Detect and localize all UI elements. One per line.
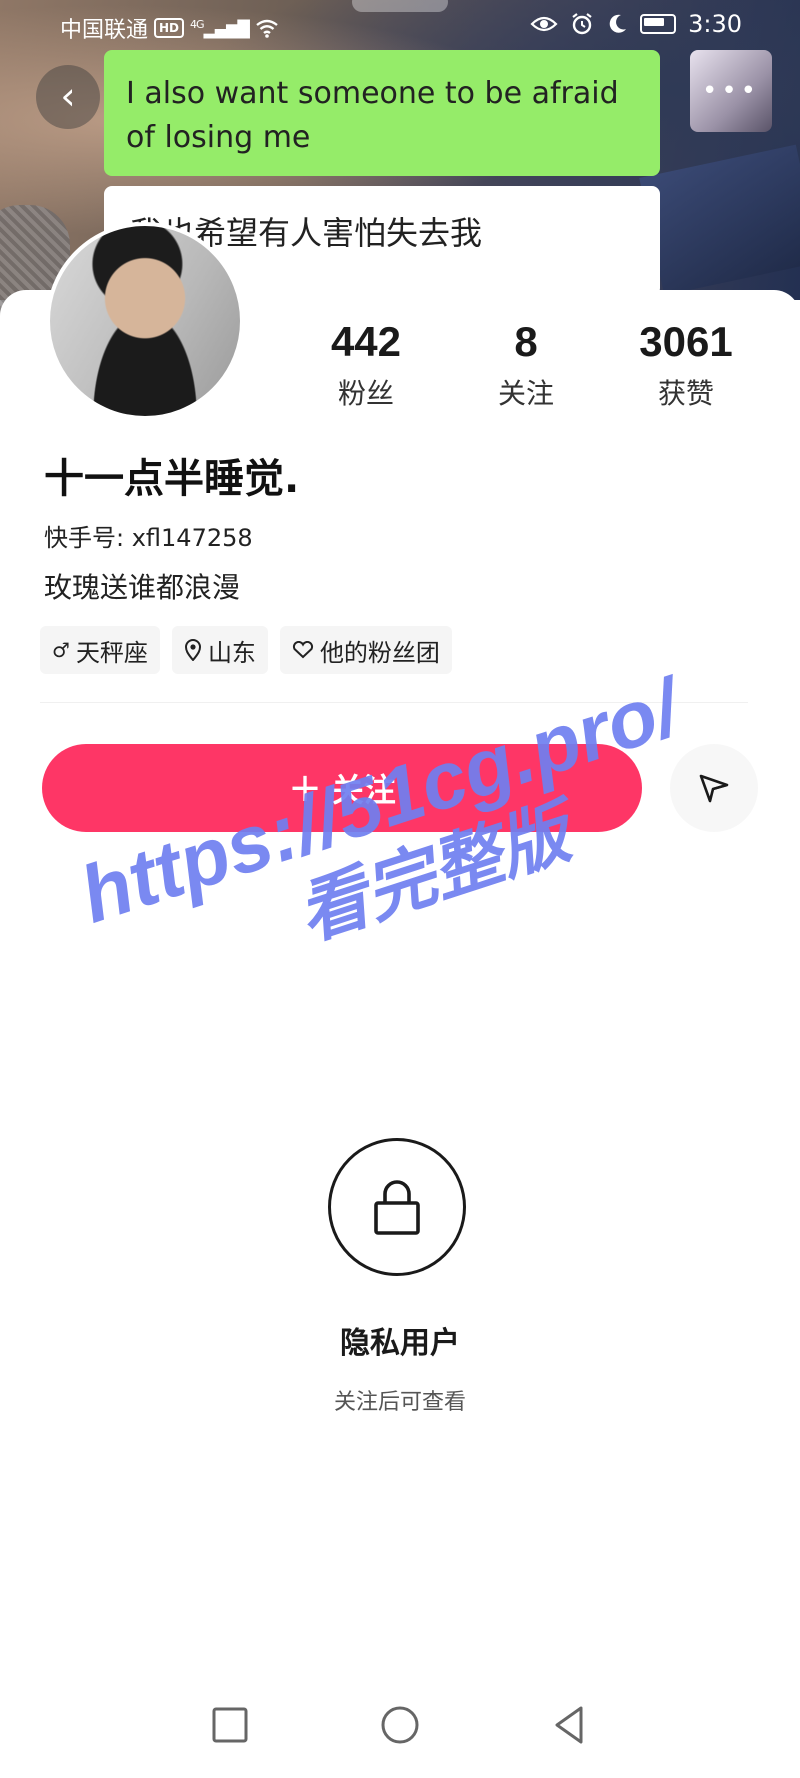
tag-fan-club[interactable]: 他的粉丝团 (279, 626, 452, 674)
chevron-left-icon: ‹ (60, 74, 76, 118)
signal-icon: 4G▂▄▆█ (190, 17, 250, 39)
alarm-icon (572, 13, 592, 35)
tag-location-label: 山东 (207, 638, 256, 667)
likes-label: 获赞 (657, 377, 714, 410)
hd-badge: HD (154, 18, 185, 38)
avatar[interactable] (46, 222, 244, 420)
status-left: 中国联通 HD 4G▂▄▆█ (60, 12, 279, 44)
following-count: 8 (514, 318, 538, 365)
send-message-button[interactable] (670, 744, 758, 832)
circle-icon[interactable] (375, 1700, 425, 1750)
divider (40, 702, 748, 703)
likes-count: 3061 (639, 318, 733, 365)
system-nav-bar (0, 1688, 800, 1778)
male-icon: ♂ (52, 638, 70, 662)
profile-tags: ♂ 天秤座 山东 他的粉丝团 (40, 626, 452, 674)
profile-card (0, 290, 800, 1778)
followers-label: 粉丝 (337, 377, 394, 410)
tag-zodiac-label: 天秤座 (75, 638, 148, 667)
eye-icon (530, 16, 558, 32)
status-time: 3:30 (688, 10, 742, 38)
stat-followers[interactable]: 442 粉丝 (286, 320, 446, 412)
profile-screen: 中国联通 HD 4G▂▄▆█ 3:30 ‹ ••• I also want so… (0, 0, 800, 1778)
private-subtitle: 关注后可查看 (333, 1390, 466, 1415)
tag-location: 山东 (171, 626, 268, 674)
ellipsis-icon: ••• (701, 76, 760, 106)
chat-bubble-english: I also want someone to be afraid of losi… (104, 50, 660, 176)
private-lock (328, 1138, 466, 1276)
more-options-button[interactable]: ••• (690, 50, 772, 132)
follow-label: 关注 (331, 771, 396, 809)
back-button[interactable]: ‹ (36, 65, 100, 129)
square-icon[interactable] (205, 1700, 255, 1750)
profile-user-id[interactable]: 快手号: xfl147258 (44, 518, 253, 553)
stat-following[interactable]: 8 关注 (446, 320, 606, 412)
follow-button[interactable]: + 关注 (42, 744, 642, 832)
lock-icon (374, 1180, 420, 1235)
heart-icon (292, 641, 313, 659)
carrier-name: 中国联通 (60, 18, 149, 43)
status-right: 3:30 (530, 10, 742, 38)
wifi-icon (256, 19, 278, 38)
followers-count: 442 (330, 318, 402, 365)
network-type: 4G (190, 17, 204, 31)
tag-fan-club-label: 他的粉丝团 (319, 638, 440, 667)
profile-signature: 玫瑰送谁都浪漫 (44, 571, 241, 604)
profile-nickname: 十一点半睡觉. (44, 456, 300, 502)
location-icon (184, 639, 201, 661)
private-title: 隐私用户 (340, 1326, 460, 1361)
battery-icon (640, 14, 677, 34)
triangle-back-icon[interactable] (545, 1700, 595, 1750)
send-icon (699, 774, 729, 803)
cover-object (639, 144, 800, 296)
plus-icon: + (288, 765, 322, 811)
camera-notch (352, 0, 448, 12)
status-bar: 中国联通 HD 4G▂▄▆█ 3:30 (0, 0, 800, 52)
moon-icon (609, 14, 627, 33)
tag-zodiac: ♂ 天秤座 (40, 626, 160, 674)
following-label: 关注 (497, 377, 554, 410)
stat-likes[interactable]: 3061 获赞 (606, 320, 766, 412)
